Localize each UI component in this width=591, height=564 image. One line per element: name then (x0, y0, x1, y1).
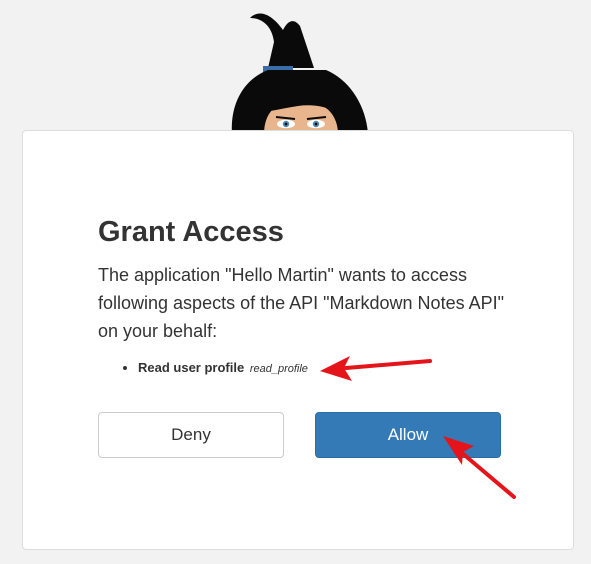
scope-name: Read user profile (138, 360, 245, 375)
dialog-title: Grant Access (98, 216, 284, 248)
scope-id: read_profile (249, 363, 308, 375)
grant-access-card: Grant Access The application "Hello Mart… (22, 130, 574, 550)
scope-item: Read user profile read_profile (138, 359, 308, 378)
wizard-mascot-icon (231, 13, 368, 134)
scope-list: Read user profile read_profile (98, 359, 308, 378)
allow-button[interactable]: Allow (315, 412, 501, 458)
deny-button[interactable]: Deny (98, 412, 284, 458)
dialog-description: The application "Hello Martin" wants to … (98, 265, 504, 341)
